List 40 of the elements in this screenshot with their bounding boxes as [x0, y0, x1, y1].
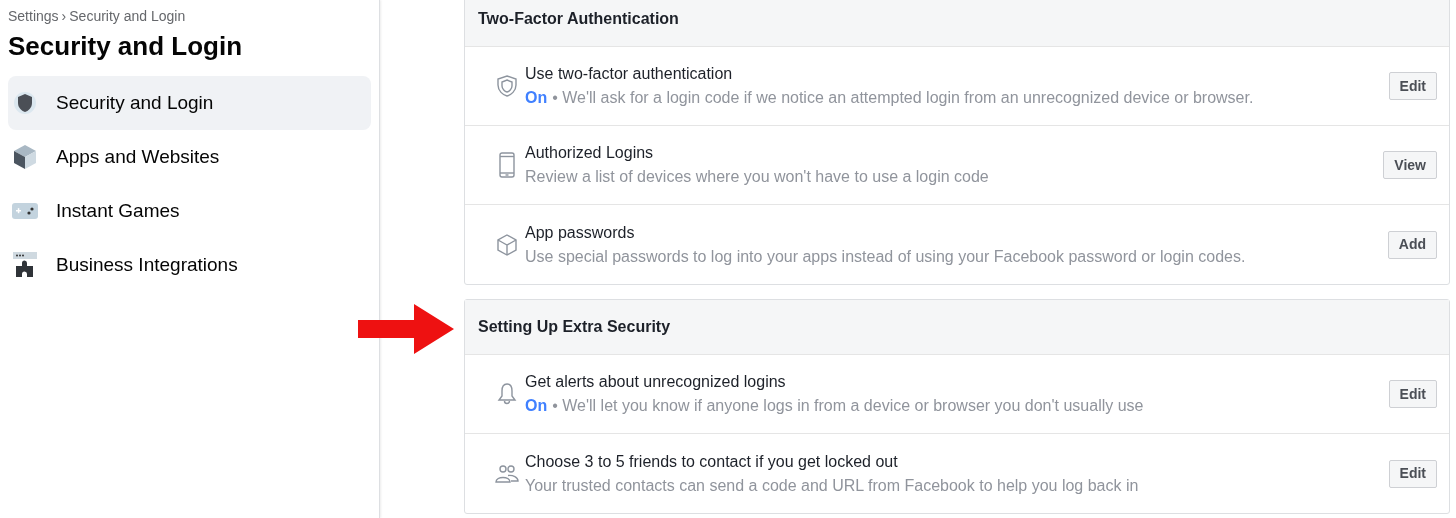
- action-button[interactable]: Edit: [1388, 72, 1437, 100]
- cube-icon: [496, 232, 518, 257]
- puzzle-icon: [13, 252, 37, 278]
- shield-icon: [14, 91, 36, 115]
- bell-icon: [497, 382, 517, 406]
- sidebar-label: Security and Login: [56, 90, 214, 115]
- setting-description: Your trusted contacts can send a code and URL from Facebook to help you log back in: [525, 475, 1139, 496]
- shield-icon: [496, 74, 518, 98]
- cube-icon: [13, 144, 37, 170]
- sidebar-label: Instant Games: [56, 198, 180, 223]
- action-button[interactable]: Edit: [1388, 380, 1437, 408]
- setting-title: Get alerts about unrecognized logins: [525, 372, 787, 392]
- setting-description: • We'll let you know if anyone logs in from a device or browser you don't usually use: [552, 396, 1144, 416]
- status-label: On: [525, 88, 548, 108]
- breadcrumb-separator: ›: [61, 7, 67, 26]
- setting-title: Use two-factor authentication: [525, 64, 734, 84]
- sidebar-item[interactable]: Apps and Websites: [8, 130, 371, 184]
- setting-title: App passwords: [525, 222, 636, 243]
- sidebar-label: Business Integrations: [56, 252, 238, 277]
- section-title: Two-Factor Authentication: [478, 9, 679, 29]
- breadcrumb-link[interactable]: Settings: [8, 6, 59, 27]
- page-title: Security and Login: [8, 30, 244, 63]
- sidebar-label: Apps and Websites: [56, 144, 220, 169]
- sidebar-item[interactable]: Business Integrations: [8, 238, 371, 292]
- action-button[interactable]: Edit: [1388, 459, 1437, 488]
- status-label: On: [525, 396, 548, 416]
- setting-description: • We'll ask for a login code if we notice an attempted login from an unrecognized device or browser.: [552, 88, 1254, 108]
- people-icon: [495, 462, 519, 485]
- gamepad-icon: [12, 202, 38, 220]
- action-button[interactable]: View: [1383, 151, 1437, 179]
- section-title: Setting Up Extra Security: [478, 317, 671, 337]
- sidebar-item[interactable]: Security and Login: [8, 76, 371, 130]
- sidebar-item[interactable]: Instant Games: [8, 184, 371, 238]
- setting-description: Use special passwords to log into your apps instead of using your Facebook password or login codes.: [525, 246, 1246, 267]
- breadcrumb-link[interactable]: Security and Login: [69, 6, 186, 27]
- setting-title: Choose 3 to 5 friends to contact if you get locked out: [525, 451, 899, 472]
- phone-icon: [498, 152, 516, 178]
- setting-title: Authorized Logins: [525, 143, 655, 163]
- setting-description: Review a list of devices where you won't have to use a login code: [525, 167, 989, 187]
- action-button[interactable]: Add: [1387, 230, 1437, 259]
